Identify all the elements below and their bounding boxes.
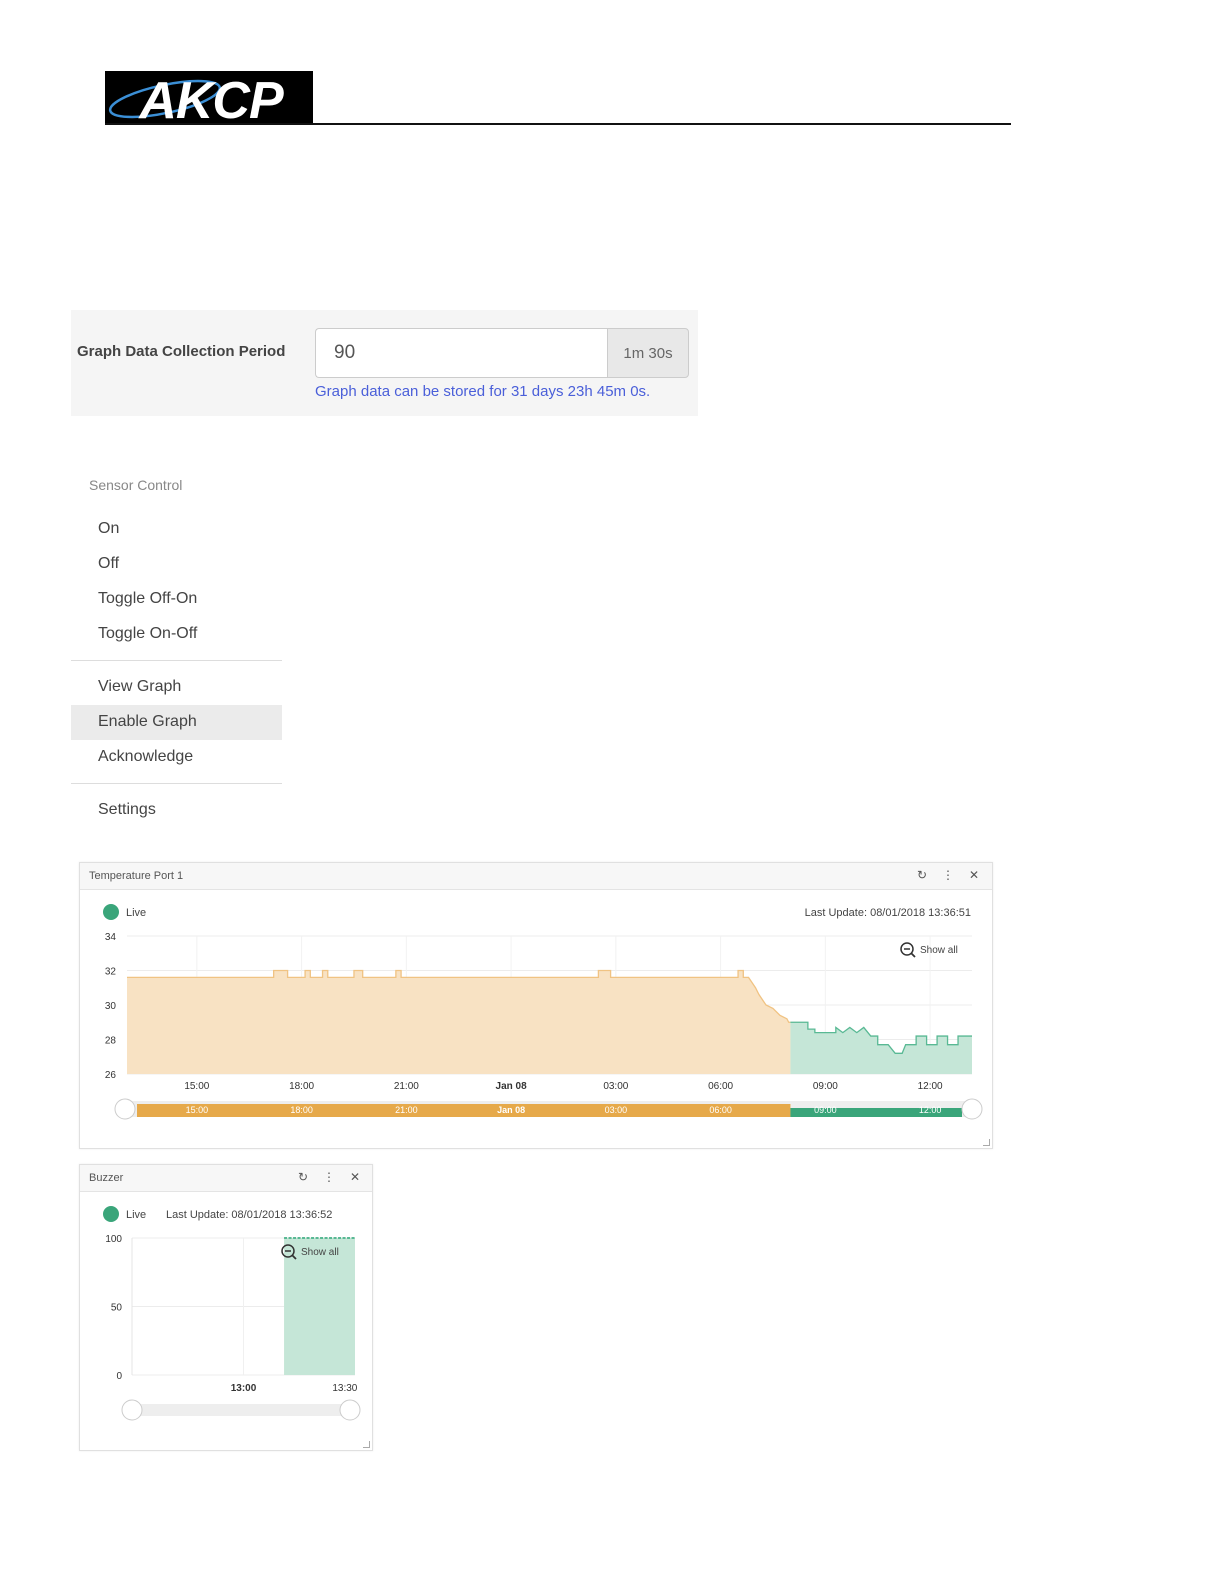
menu-item-on[interactable]: On (71, 512, 282, 547)
navigator-tick-label: 03:00 (605, 1105, 628, 1115)
menu-item-toggle-on-off[interactable]: Toggle On-Off (71, 617, 282, 652)
x-tick-label: 03:00 (603, 1081, 628, 1092)
navigator-handle (339, 1399, 361, 1421)
graph-period-duration: 1m 30s (607, 328, 689, 378)
menu-item-off[interactable]: Off (71, 547, 282, 582)
x-tick-label: 18:00 (289, 1081, 314, 1092)
y-tick-label: 34 (105, 932, 117, 943)
y-tick-label: 26 (105, 1070, 117, 1081)
y-tick-label: 32 (105, 967, 117, 978)
navigator-tick-label: 15:00 (186, 1105, 209, 1115)
akcp-logo: AKCP (105, 71, 313, 125)
y-tick-label: 50 (111, 1303, 123, 1314)
x-tick-label: 09:00 (813, 1081, 838, 1092)
resize-handle[interactable] (363, 1441, 370, 1448)
navigator-tick-label: 18:00 (290, 1105, 313, 1115)
show-all-button[interactable]: Show all (281, 1244, 339, 1260)
buzzer-chart: 100 50 0 13:00 13:30 (105, 1234, 361, 1421)
menu-header: Sensor Control (89, 477, 183, 493)
navigator-orange-band (137, 1104, 791, 1117)
navigator-tick-label: 12:00 (919, 1105, 942, 1115)
graph-period-input[interactable] (315, 328, 607, 378)
header-rule (105, 123, 1011, 125)
navigator-tick-label: 06:00 (709, 1105, 732, 1115)
y-tick-label: 0 (116, 1371, 122, 1382)
svg-text:AKCP: AKCP (137, 72, 284, 125)
navigator-handle (961, 1098, 983, 1120)
zoom-out-icon (900, 942, 916, 958)
show-all-button[interactable]: Show all (900, 942, 958, 958)
x-tick-label: 13:30 (332, 1383, 357, 1394)
menu-item-toggle-off-on[interactable]: Toggle Off-On (71, 582, 282, 617)
buzzer-graph-widget: Buzzer ↻ ⋮ ✕ Live Last Update: 08/01/201… (79, 1164, 373, 1451)
y-tick-label: 30 (105, 1001, 117, 1012)
resize-handle[interactable] (983, 1139, 990, 1146)
navigator-tick-label: 09:00 (814, 1105, 837, 1115)
temperature-chart: 34 32 30 28 26 15:00 18:00 21:00 Jan 08 03:00 06:0… (105, 932, 983, 1120)
show-all-label: Show all (920, 944, 958, 956)
navigator-track (132, 1404, 355, 1416)
menu-item-acknowledge[interactable]: Acknowledge (71, 740, 282, 775)
menu-item-settings[interactable]: Settings (71, 793, 282, 828)
x-tick-label: 13:00 (231, 1383, 257, 1394)
x-tick-label: 12:00 (918, 1081, 943, 1092)
graph-period-label: Graph Data Collection Period (77, 343, 286, 360)
show-all-label: Show all (301, 1246, 339, 1258)
navigator-tick-label: Jan 08 (497, 1105, 525, 1115)
menu-divider (71, 783, 282, 784)
temperature-graph-widget: Temperature Port 1 ↻ ⋮ ✕ Live Last Updat… (79, 862, 993, 1149)
graph-period-help: Graph data can be stored for 31 days 23h… (315, 383, 651, 400)
menu-item-view-graph[interactable]: View Graph (71, 670, 282, 705)
green-series-area (790, 1022, 972, 1074)
x-tick-label: Jan 08 (496, 1081, 528, 1092)
menu-divider (71, 660, 282, 661)
navigator-handle (114, 1098, 136, 1120)
y-tick-label: 100 (105, 1234, 122, 1245)
x-tick-label: 15:00 (184, 1081, 209, 1092)
orange-series-area (127, 970, 791, 1074)
menu-item-enable-graph[interactable]: Enable Graph (71, 705, 282, 740)
x-tick-label: 21:00 (394, 1081, 419, 1092)
zoom-out-icon (281, 1244, 297, 1260)
navigator-tick-label: 21:00 (395, 1105, 418, 1115)
y-tick-label: 28 (105, 1036, 117, 1047)
graph-period-panel: Graph Data Collection Period 1m 30s Grap… (71, 310, 698, 416)
navigator-handle (121, 1399, 143, 1421)
x-tick-label: 06:00 (708, 1081, 733, 1092)
